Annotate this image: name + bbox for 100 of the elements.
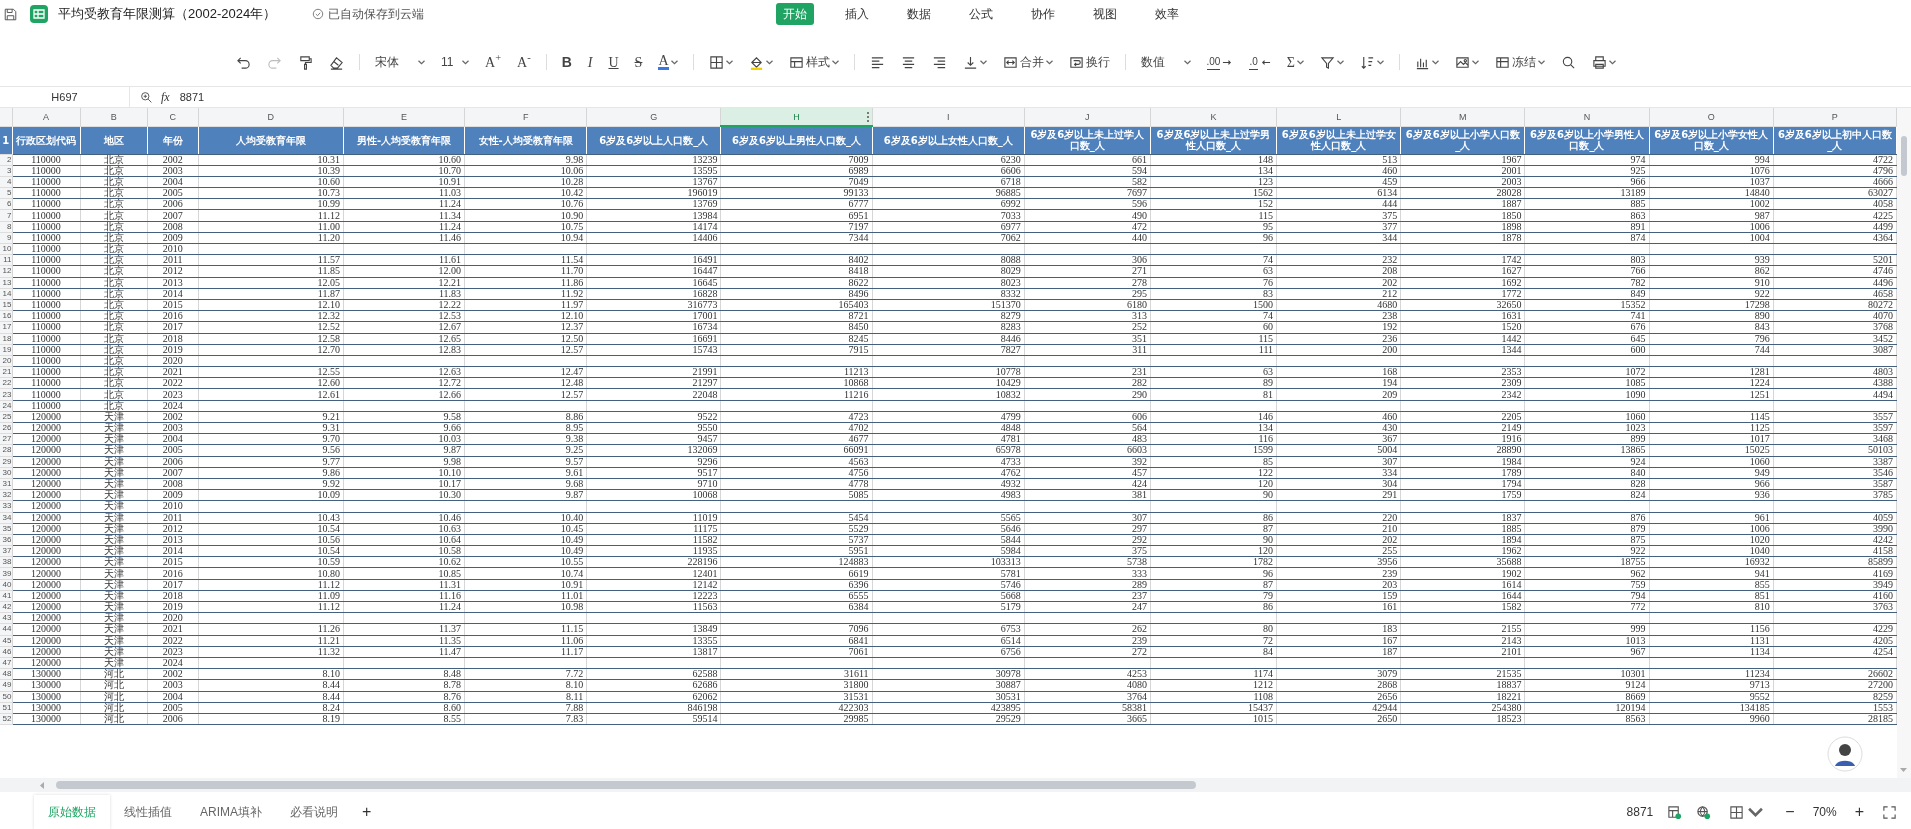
table-cell: 10.80 <box>198 567 344 580</box>
row-number[interactable]: 19 <box>0 344 12 356</box>
row-number[interactable]: 4 <box>0 176 12 188</box>
row-number[interactable]: 51 <box>0 702 12 714</box>
freeze-button[interactable]: 冻结 <box>1490 50 1549 74</box>
row-number[interactable]: 42 <box>0 601 12 613</box>
zoom-out-button[interactable]: − <box>1781 800 1799 824</box>
column-letter[interactable]: G <box>586 108 721 126</box>
row-number[interactable]: 9 <box>0 232 12 244</box>
sum-button[interactable]: Σ <box>1282 50 1308 74</box>
assistant-icon[interactable] <box>1827 736 1863 772</box>
menu-tab[interactable]: 公式 <box>962 3 1000 25</box>
row-number[interactable]: 5 <box>0 187 12 199</box>
sheet-tab[interactable]: 必看说明 <box>276 795 352 829</box>
column-letter[interactable]: M <box>1400 108 1525 126</box>
menu-tab[interactable]: 效率 <box>1148 3 1186 25</box>
row-number[interactable]: 16 <box>0 310 12 322</box>
column-letter[interactable]: F <box>464 108 587 126</box>
row-number[interactable]: 34 <box>0 512 12 524</box>
column-letter[interactable]: H <box>720 108 873 126</box>
table-style-button[interactable]: 样式 <box>784 50 843 74</box>
column-letter[interactable]: A <box>12 108 81 126</box>
menu-tab[interactable]: 视图 <box>1086 3 1124 25</box>
wrap-text-button[interactable]: 换行 <box>1064 50 1114 74</box>
row-number[interactable]: 36 <box>0 534 12 546</box>
row-number[interactable]: 40 <box>0 579 12 591</box>
row-number[interactable]: 8 <box>0 221 12 233</box>
number-format-select[interactable]: 数值 <box>1136 50 1195 74</box>
row-number[interactable]: 41 <box>0 590 12 602</box>
row-number[interactable]: 35 <box>0 523 12 535</box>
row-number[interactable]: 43 <box>0 612 12 624</box>
menu-tab[interactable]: 协作 <box>1024 3 1062 25</box>
row-number[interactable]: 50 <box>0 691 12 703</box>
row-number[interactable]: 37 <box>0 545 12 557</box>
row-number[interactable]: 24 <box>0 400 12 412</box>
table-cell: 110000 <box>12 333 81 345</box>
row-number[interactable]: 11 <box>0 254 12 266</box>
sheet-tab[interactable]: ARIMA填补 <box>186 795 276 829</box>
zoom-in-button[interactable]: + <box>1850 800 1868 824</box>
row-number[interactable]: 46 <box>0 646 12 658</box>
column-letter[interactable]: L <box>1276 108 1401 126</box>
row-number[interactable]: 45 <box>0 635 12 647</box>
row-number[interactable]: 10 <box>0 243 12 255</box>
row-number[interactable]: 1 <box>0 126 12 154</box>
column-letter[interactable]: K <box>1150 108 1277 126</box>
row-number[interactable]: 31 <box>0 478 12 490</box>
row-number[interactable]: 52 <box>0 713 12 725</box>
row-number[interactable]: 13 <box>0 277 12 289</box>
table-cell: 6718 <box>872 176 1025 188</box>
scrollbar-thumb[interactable] <box>1901 136 1907 176</box>
row-number[interactable]: 25 <box>0 411 12 423</box>
row-number[interactable]: 20 <box>0 355 12 367</box>
row-number[interactable]: 32 <box>0 489 12 501</box>
row-number[interactable]: 2 <box>0 154 12 166</box>
font-size-select[interactable]: 11 <box>437 50 473 74</box>
increase-decimal-button[interactable]: .00 <box>1202 50 1238 74</box>
row-number[interactable]: 27 <box>0 433 12 445</box>
formula-input[interactable]: 8871 <box>179 88 205 106</box>
row-number[interactable]: 18 <box>0 333 12 345</box>
column-letter[interactable]: N <box>1524 108 1650 126</box>
name-box[interactable]: H697 <box>0 87 130 107</box>
function-label[interactable]: fx <box>161 88 170 106</box>
sheet-tab[interactable]: 线性插值 <box>110 795 186 829</box>
row-number[interactable]: 47 <box>0 657 12 669</box>
italic-button[interactable]: I <box>583 50 597 74</box>
row-number[interactable]: 14 <box>0 288 12 300</box>
column-letter[interactable]: P <box>1773 108 1897 126</box>
add-sheet-button[interactable]: + <box>352 800 382 824</box>
column-letter[interactable]: C <box>147 108 199 126</box>
column-letter[interactable]: J <box>1024 108 1151 126</box>
row-number[interactable]: 30 <box>0 467 12 479</box>
row-number[interactable]: 29 <box>0 456 12 468</box>
row-number[interactable]: 21 <box>0 366 12 378</box>
shrink-font-button[interactable]: A$^{-}$ <box>513 50 535 74</box>
font-select[interactable]: 宋体 <box>371 50 429 74</box>
decrease-decimal-button[interactable]: .0 <box>1245 50 1275 74</box>
row-number[interactable]: 38 <box>0 556 12 568</box>
font-color-button[interactable]: A <box>654 50 682 74</box>
table-cell: 2017 <box>147 321 199 333</box>
bold-button[interactable]: B <box>557 50 576 74</box>
column-letter[interactable]: D <box>198 108 344 126</box>
row-number[interactable]: 22 <box>0 377 12 389</box>
row-number[interactable]: 15 <box>0 299 12 311</box>
underline-button[interactable]: U <box>604 50 623 74</box>
table-cell: 430 <box>1276 422 1401 434</box>
row-number[interactable]: 6 <box>0 198 12 210</box>
column-letter[interactable]: B <box>80 108 148 126</box>
column-letter[interactable]: I <box>872 108 1025 126</box>
table-cell: 7.88 <box>464 702 587 714</box>
row-number[interactable]: 26 <box>0 422 12 434</box>
merge-button[interactable]: 合并 <box>998 50 1057 74</box>
column-letter[interactable]: E <box>343 108 465 126</box>
strikethrough-button[interactable]: S <box>630 50 647 74</box>
column-letter[interactable]: O <box>1649 108 1774 126</box>
row-number[interactable]: 48 <box>0 668 12 680</box>
grow-font-button[interactable]: A$^{+}$ <box>481 50 506 74</box>
scrollbar-thumb[interactable] <box>56 781 1196 789</box>
menu-tab[interactable]: 数据 <box>900 3 938 25</box>
row-number[interactable]: 3 <box>0 165 12 177</box>
menu-tab[interactable]: 插入 <box>838 3 876 25</box>
